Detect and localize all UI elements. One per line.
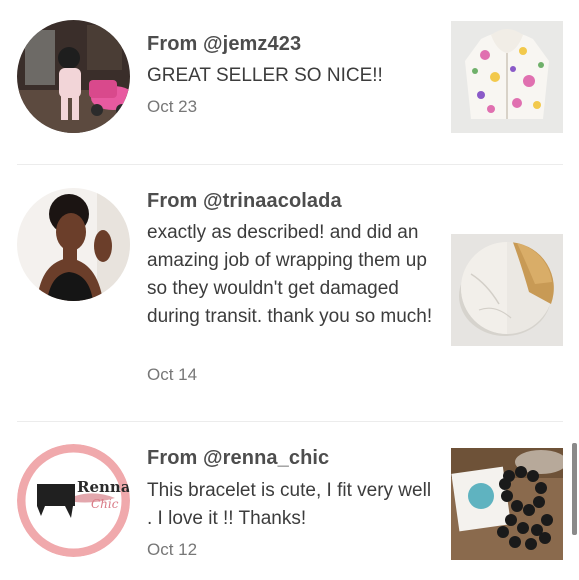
- logo-renna-chic-icon: Renna Chic: [17, 444, 130, 557]
- photo-black-bead-bracelet-icon: [451, 448, 563, 560]
- review-date: Oct 14: [147, 365, 198, 384]
- review-username[interactable]: From @trinaacolada: [147, 190, 342, 213]
- divider: [17, 164, 563, 165]
- divider: [17, 421, 563, 422]
- photo-child-with-toy-car-icon: [17, 20, 130, 133]
- reviews-feed: From @jemz423 GREAT SELLER SO NICE!! Oct…: [0, 0, 579, 580]
- logo-text-chic: Chic: [91, 497, 119, 511]
- review-username[interactable]: From @renna_chic: [147, 447, 329, 470]
- review-date: Oct 12: [147, 540, 198, 559]
- review-text: This bracelet is cute, I fit very well .…: [147, 480, 432, 529]
- item-thumbnail[interactable]: [451, 234, 563, 346]
- review-text: GREAT SELLER SO NICE!!: [147, 65, 383, 86]
- scrollbar[interactable]: [572, 443, 577, 535]
- review-username[interactable]: From @jemz423: [147, 33, 301, 56]
- photo-woman-portrait-icon: [17, 188, 130, 301]
- review-text: exactly as described! and did an amazing…: [147, 222, 433, 327]
- photo-floral-hoodie-icon: [451, 21, 563, 133]
- photo-marble-gold-coasters-icon: [451, 234, 563, 346]
- reviewer-avatar[interactable]: Renna Chic: [17, 444, 130, 557]
- review-date: Oct 23: [147, 97, 198, 116]
- item-thumbnail[interactable]: [451, 448, 563, 560]
- reviewer-avatar[interactable]: [17, 20, 130, 133]
- reviewer-avatar[interactable]: [17, 188, 130, 301]
- item-thumbnail[interactable]: [451, 21, 563, 133]
- logo-text-renna: Renna: [77, 478, 130, 496]
